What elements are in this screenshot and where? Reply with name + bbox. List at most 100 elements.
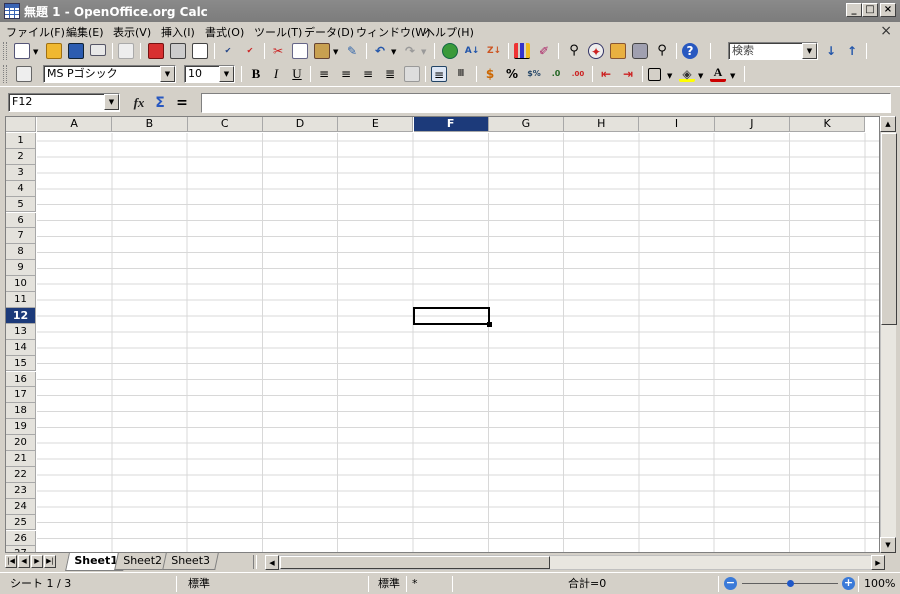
row-header-25[interactable]: 25 <box>6 514 36 531</box>
open-icon[interactable] <box>46 43 62 59</box>
zoom-out-icon[interactable]: − <box>724 577 737 590</box>
column-header-f[interactable]: F <box>413 117 489 132</box>
currency-format-icon[interactable]: $ <box>482 66 498 82</box>
new-icon[interactable] <box>14 43 30 59</box>
select-all-corner[interactable] <box>6 117 36 132</box>
column-header-g[interactable]: G <box>488 117 565 132</box>
insert-mode[interactable]: 標準 <box>378 576 400 592</box>
row-header-4[interactable]: 4 <box>6 180 36 197</box>
row-header-2[interactable]: 2 <box>6 148 36 165</box>
find-previous-icon[interactable]: ↑ <box>844 43 860 59</box>
maximize-button[interactable]: □ <box>862 3 878 17</box>
font-color-icon[interactable]: A <box>710 66 726 82</box>
clone-format-icon[interactable]: ✎ <box>344 43 360 59</box>
tab-splitter[interactable] <box>253 555 257 569</box>
minimize-button[interactable]: _ <box>846 3 862 17</box>
tab-sheet3[interactable]: Sheet3 <box>162 553 219 570</box>
styles-formatting-icon[interactable] <box>16 66 32 82</box>
print-icon[interactable] <box>170 43 186 59</box>
vertical-scroll-thumb[interactable] <box>881 133 897 325</box>
zoom-slider-knob[interactable] <box>786 580 794 587</box>
close-button[interactable]: × <box>880 3 896 17</box>
percent-format-button[interactable]: % <box>504 66 520 82</box>
scroll-up-icon[interactable]: ▲ <box>880 116 896 132</box>
chart-icon[interactable] <box>514 43 530 59</box>
menu-insert[interactable]: 挿入(I) <box>161 24 195 40</box>
vertical-scrollbar[interactable]: ▲ ▼ <box>880 116 897 553</box>
align-center-icon[interactable]: ≡ <box>338 66 354 82</box>
scroll-down-icon[interactable]: ▼ <box>880 537 896 553</box>
zoom-icon[interactable]: ⚲ <box>654 43 670 59</box>
row-header-12[interactable]: 12 <box>6 307 36 324</box>
column-header-i[interactable]: I <box>639 117 715 132</box>
email-icon[interactable] <box>90 44 106 56</box>
wrap-text-icon[interactable]: ≡ <box>431 66 447 82</box>
cell-cursor[interactable] <box>412 306 490 325</box>
underline-button[interactable]: U <box>289 66 305 82</box>
name-box[interactable]: F12 ▼ <box>8 93 120 112</box>
redo-icon[interactable]: ↷ <box>402 43 418 59</box>
calc-app-icon[interactable] <box>4 3 20 19</box>
delete-decimal-button[interactable]: .00 <box>570 66 586 82</box>
find-next-icon[interactable]: ↓ <box>823 43 839 59</box>
row-header-20[interactable]: 20 <box>6 435 36 451</box>
column-header-k[interactable]: K <box>790 117 866 132</box>
copy-icon[interactable] <box>292 43 308 59</box>
search-input[interactable]: 検索 ▼ <box>728 42 818 60</box>
row-header-14[interactable]: 14 <box>6 339 36 356</box>
column-header-c[interactable]: C <box>187 117 263 132</box>
document-close-icon[interactable]: × <box>880 23 892 39</box>
menu-tools[interactable]: ツール(T) <box>254 24 302 40</box>
paste-dropdown-icon[interactable]: ▼ <box>333 48 338 56</box>
column-header-j[interactable]: J <box>714 117 790 132</box>
undo-icon[interactable]: ↶ <box>372 43 388 59</box>
help-icon[interactable]: ? <box>682 43 698 59</box>
name-box-dropdown-icon[interactable]: ▼ <box>104 94 119 110</box>
fill-handle[interactable] <box>486 321 492 327</box>
row-header-16[interactable]: 16 <box>6 371 36 388</box>
page-style[interactable]: 標準 <box>188 576 210 592</box>
row-header-1[interactable]: 1 <box>6 133 36 149</box>
find-replace-icon[interactable]: ⚲ <box>566 43 582 59</box>
menu-edit[interactable]: 編集(E) <box>66 24 104 40</box>
next-sheet-icon[interactable]: ▶ <box>31 555 43 568</box>
add-decimal-button[interactable]: .0 <box>548 66 564 82</box>
row-header-19[interactable]: 19 <box>6 419 36 436</box>
row-header-8[interactable]: 8 <box>6 244 36 261</box>
font-name-combo[interactable]: MS Pゴシック ▼ <box>43 65 176 83</box>
menu-help[interactable]: ヘルプ(H) <box>424 24 474 40</box>
hyperlink-icon[interactable] <box>442 43 458 59</box>
row-header-5[interactable]: 5 <box>6 196 36 213</box>
font-name-dropdown-icon[interactable]: ▼ <box>160 66 175 82</box>
menu-window[interactable]: ウィンドウ(W) <box>356 24 430 40</box>
align-right-icon[interactable]: ≡ <box>360 66 376 82</box>
row-header-3[interactable]: 3 <box>6 164 36 181</box>
column-header-a[interactable]: A <box>37 117 113 132</box>
justify-icon[interactable]: ≣ <box>382 66 398 82</box>
row-header-10[interactable]: 10 <box>6 276 36 292</box>
menu-data[interactable]: データ(D) <box>304 24 354 40</box>
sort-asc-icon[interactable]: A↓ <box>464 43 480 59</box>
row-header-27[interactable]: 27 <box>6 546 36 552</box>
edit-file-icon[interactable] <box>118 43 134 59</box>
zoom-level[interactable]: 100% <box>864 576 895 592</box>
function-equals-icon[interactable]: = <box>174 95 190 111</box>
previous-sheet-icon[interactable]: ◀ <box>18 555 30 568</box>
row-header-17[interactable]: 17 <box>6 387 36 404</box>
borders-dropdown-icon[interactable]: ▼ <box>667 72 672 80</box>
merge-cells-icon[interactable] <box>404 66 420 82</box>
row-header-24[interactable]: 24 <box>6 498 36 515</box>
data-sources-icon[interactable] <box>632 43 648 59</box>
row-header-21[interactable]: 21 <box>6 451 36 467</box>
horizontal-scrollbar[interactable]: ◀ ▶ <box>265 555 885 570</box>
cell-area[interactable] <box>37 133 879 552</box>
redo-dropdown-icon[interactable]: ▼ <box>421 48 426 56</box>
undo-dropdown-icon[interactable]: ▼ <box>391 48 396 56</box>
sort-desc-icon[interactable]: Z↓ <box>486 43 502 59</box>
row-header-13[interactable]: 13 <box>6 323 36 340</box>
align-left-icon[interactable]: ≡ <box>316 66 332 82</box>
search-dropdown-icon[interactable]: ▼ <box>802 43 817 59</box>
zoom-slider[interactable] <box>742 580 838 587</box>
row-header-22[interactable]: 22 <box>6 466 36 483</box>
new-dropdown-icon[interactable]: ▼ <box>33 48 38 56</box>
